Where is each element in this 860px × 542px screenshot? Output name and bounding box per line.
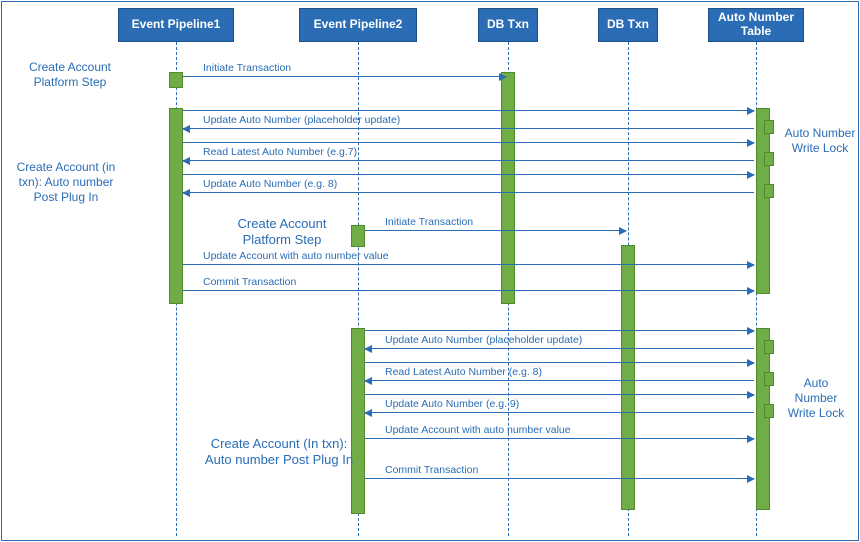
- message-arrow-13: [365, 380, 754, 381]
- message-label-13: Read Latest Auto Number (e.g. 8): [385, 366, 542, 378]
- participant-db2: DB Txn: [598, 8, 658, 42]
- activation-ep2-3: [351, 328, 365, 514]
- activation-aut-13: [764, 404, 774, 418]
- message-arrow-10: [365, 330, 754, 331]
- message-arrow-8: [183, 264, 754, 265]
- message-arrow-12: [365, 362, 754, 363]
- message-label-11: Update Auto Number (placeholder update): [385, 334, 582, 346]
- side-label-1: Create Account (in txn): Auto number Pos…: [6, 160, 126, 205]
- message-arrow-11: [365, 348, 754, 349]
- participant-db1: DB Txn: [478, 8, 538, 42]
- message-arrow-6: [183, 192, 754, 193]
- participant-aut: Auto Number Table: [708, 8, 804, 42]
- activation-ep2-2: [351, 225, 365, 247]
- message-arrow-0: [183, 76, 506, 77]
- activation-db1-4: [501, 72, 515, 304]
- message-arrow-5: [183, 174, 754, 175]
- activation-ep1-0: [169, 72, 183, 88]
- message-arrow-1: [183, 110, 754, 111]
- activation-aut-7: [764, 120, 774, 134]
- message-label-0: Initiate Transaction: [203, 62, 291, 74]
- message-label-2: Update Auto Number (placeholder update): [203, 114, 400, 126]
- activation-aut-11: [764, 340, 774, 354]
- message-label-6: Update Auto Number (e.g. 8): [203, 178, 337, 190]
- message-label-7: Initiate Transaction: [385, 216, 473, 228]
- message-arrow-3: [183, 142, 754, 143]
- diagram-frame: [1, 1, 859, 541]
- side-label-0: Create Account Platform Step: [20, 60, 120, 90]
- activation-aut-8: [764, 152, 774, 166]
- activation-aut-10: [756, 328, 770, 510]
- activation-ep1-1: [169, 108, 183, 304]
- activation-aut-9: [764, 184, 774, 198]
- message-arrow-16: [365, 438, 754, 439]
- message-label-9: Commit Transaction: [203, 276, 296, 288]
- message-arrow-4: [183, 160, 754, 161]
- message-label-8: Update Account with auto number value: [203, 250, 389, 262]
- message-label-17: Commit Transaction: [385, 464, 478, 476]
- side-label-2: Auto Number Write Lock: [784, 126, 856, 156]
- message-arrow-2: [183, 128, 754, 129]
- participant-ep2: Event Pipeline2: [299, 8, 417, 42]
- message-label-16: Update Account with auto number value: [385, 424, 571, 436]
- message-label-15: Update Auto Number (e.g. 9): [385, 398, 519, 410]
- participant-ep1: Event Pipeline1: [118, 8, 234, 42]
- activation-aut-12: [764, 372, 774, 386]
- activation-aut-6: [756, 108, 770, 294]
- side-label-4: Create Account (In txn): Auto number Pos…: [204, 436, 354, 469]
- message-arrow-9: [183, 290, 754, 291]
- activation-db2-5: [621, 245, 635, 510]
- side-label-5: Auto Number Write Lock: [786, 376, 846, 421]
- message-arrow-7: [365, 230, 626, 231]
- message-arrow-14: [365, 394, 754, 395]
- message-label-4: Read Latest Auto Number (e.g.7): [203, 146, 357, 158]
- message-arrow-15: [365, 412, 754, 413]
- message-arrow-17: [365, 478, 754, 479]
- side-label-3: Create Account Platform Step: [212, 216, 352, 249]
